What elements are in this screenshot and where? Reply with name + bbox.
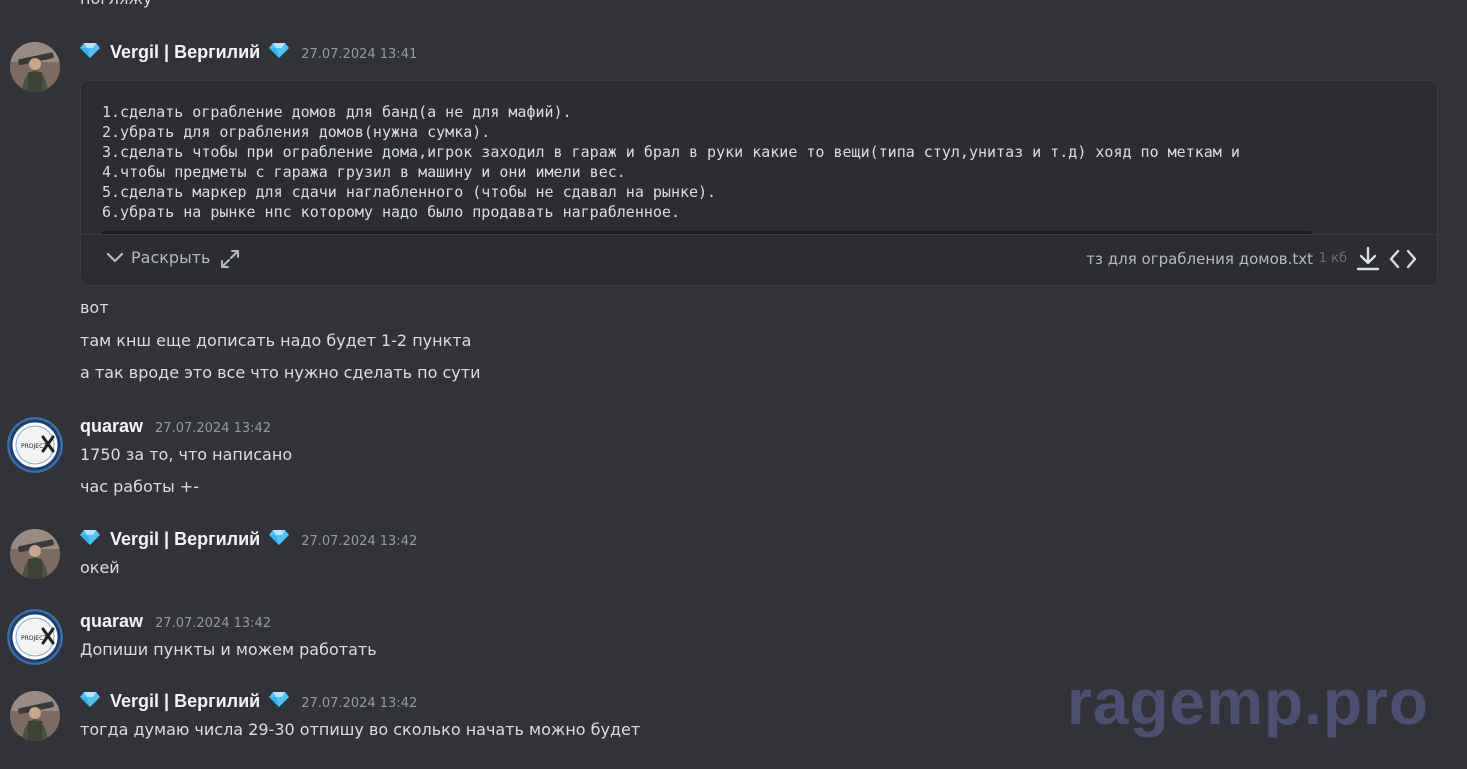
message-text: Допиши пункты и можем работать [80,640,377,659]
message-header: Vergil | Вергилий 27.07.2024 13:42 [80,691,417,712]
file-name[interactable]: тз для ограбления домов.txt [1086,250,1313,268]
message-header: Vergil | Вергилий 27.07.2024 13:41 [80,42,417,63]
gem-icon [269,530,290,545]
message-text: тогда думаю числа 29-30 отпишу во скольк… [80,720,641,739]
timestamp[interactable]: 27.07.2024 13:42 [301,534,417,549]
message-text: там кнш еще дописать надо будет 1-2 пунк… [80,331,472,350]
expand-button[interactable]: Раскрыть [105,247,210,267]
code-line: 4.чтобы предметы с гаража грузил в машин… [102,163,626,181]
file-attachment: 1.сделать ограбление домов для банд(а не… [80,80,1438,286]
gem-icon [80,530,100,545]
username[interactable]: Vergil | Вергилий [110,691,260,712]
expand-arrows-icon [221,250,239,268]
fullscreen-button[interactable] [219,248,241,274]
code-preview[interactable]: 1.сделать ограбление домов для банд(а не… [81,81,1437,236]
gem-icon [80,43,100,58]
message-text: окей [80,558,120,577]
username[interactable]: Vergil | Вергилий [110,529,260,550]
avatar[interactable]: PROJECT [7,417,63,473]
message-text: погляжу [80,0,152,10]
message-text: вот [80,298,109,317]
message-text: час работы +- [80,477,199,496]
avatar[interactable]: PROJECT [7,609,63,665]
watermark: ragemp.pro [1066,666,1429,738]
gem-icon [269,692,290,707]
message-header: quaraw 27.07.2024 13:42 [80,416,271,437]
code-line: 6.убрать на рынке нпс которому надо было… [102,203,680,221]
code-line: 1.сделать ограбление домов для банд(а не… [102,103,572,121]
attachment-footer: Раскрыть тз для ограбления домов.txt 1 к… [81,234,1437,285]
view-code-button[interactable] [1389,247,1417,275]
code-icon [1389,249,1417,269]
message-text: 1750 за то, что написано [80,445,293,464]
download-button[interactable] [1355,245,1381,277]
username[interactable]: quaraw [80,416,143,437]
chat-area: погляжу Vergil | Вергилий 27.07.2024 13:… [0,0,1467,769]
timestamp[interactable]: 27.07.2024 13:42 [301,696,417,711]
message-text: а так вроде это все что нужно сделать по… [80,363,481,382]
timestamp[interactable]: 27.07.2024 13:41 [301,47,417,62]
message-header: quaraw 27.07.2024 13:42 [80,611,271,632]
message-header: Vergil | Вергилий 27.07.2024 13:42 [80,529,417,550]
chevron-down-icon [106,252,124,263]
code-line: 3.сделать чтобы при ограбление дома,игро… [102,143,1240,161]
avatar[interactable] [10,691,60,741]
expand-label: Раскрыть [131,247,211,267]
code-line: 5.сделать маркер для сдачи наглабленного… [102,183,717,201]
avatar[interactable] [10,42,60,92]
code-line: 2.убрать для ограбления домов(нужна сумк… [102,123,491,141]
download-icon [1356,246,1380,271]
username[interactable]: quaraw [80,611,143,632]
timestamp[interactable]: 27.07.2024 13:42 [155,616,271,631]
avatar[interactable] [10,529,60,579]
gem-icon [269,43,290,58]
timestamp[interactable]: 27.07.2024 13:42 [155,421,271,436]
file-size: 1 кб [1318,251,1347,266]
gem-icon [80,692,100,707]
username[interactable]: Vergil | Вергилий [110,42,260,63]
